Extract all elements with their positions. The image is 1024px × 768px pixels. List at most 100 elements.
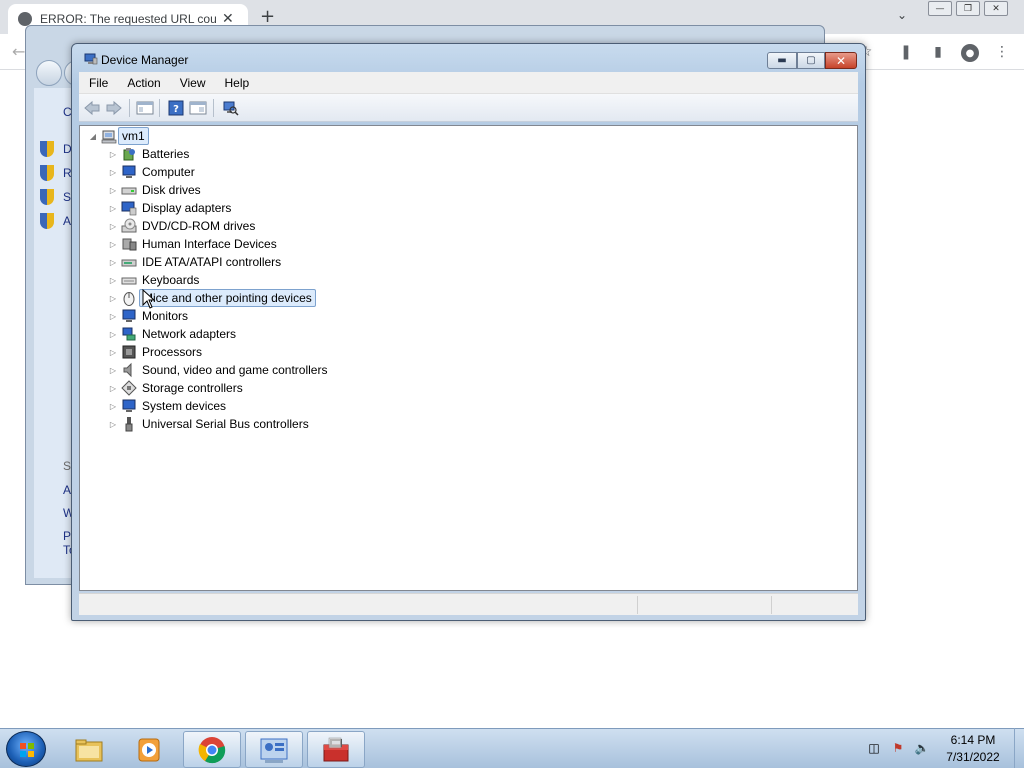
svg-text:?: ? [173, 104, 179, 115]
device-manager-titlebar[interactable]: Device Manager ▬ ▢ ✕ [72, 44, 865, 74]
expand-triangle-icon[interactable]: ▷ [109, 294, 117, 303]
shield-icon [40, 141, 54, 157]
disk-drive-icon [121, 187, 137, 195]
back-arrow-icon[interactable] [83, 100, 101, 116]
new-tab-button[interactable]: + [260, 6, 275, 27]
expand-triangle-icon[interactable]: ▷ [109, 366, 117, 375]
taskbar-file-explorer[interactable] [60, 731, 118, 768]
tree-item-label[interactable]: Mice and other pointing devices [139, 289, 316, 307]
show-desktop-button[interactable] [1014, 728, 1024, 768]
status-bar [79, 593, 858, 615]
tree-item-label[interactable]: Universal Serial Bus controllers [139, 416, 312, 432]
expand-triangle-icon[interactable]: ▷ [109, 330, 117, 339]
toolbar-separator [213, 99, 214, 117]
toolbar-separator [159, 99, 160, 117]
window-title: Device Manager [101, 53, 189, 67]
dvd-drive-icon [121, 218, 137, 233]
expand-triangle-icon[interactable]: ▷ [109, 240, 117, 249]
properties-view-icon[interactable] [189, 100, 207, 116]
tree-item-label[interactable]: IDE ATA/ATAPI controllers [139, 254, 284, 270]
menu-action[interactable]: Action [117, 76, 169, 90]
cp-back-button[interactable] [36, 60, 62, 86]
media-player-icon [138, 738, 160, 761]
expand-triangle-icon[interactable]: ▷ [109, 150, 117, 159]
action-center-flag-icon[interactable]: ⚑ [890, 740, 906, 756]
start-button[interactable] [6, 731, 46, 767]
taskbar-device-manager[interactable] [307, 731, 365, 768]
tree-item-label[interactable]: Processors [139, 344, 205, 360]
expand-triangle-icon[interactable]: ▷ [109, 402, 117, 411]
globe-icon [18, 12, 32, 26]
hid-icon [122, 238, 137, 251]
battery-icon [123, 148, 135, 161]
sound-icon [123, 362, 132, 378]
maximize-icon: ▢ [806, 55, 816, 66]
tree-item-label[interactable]: Disk drives [139, 182, 204, 198]
folder-icon [75, 739, 103, 761]
clock-date[interactable]: 7/31/2022 [940, 750, 1006, 764]
ide-controller-icon [121, 259, 137, 267]
volume-icon[interactable]: 🔈 [914, 740, 930, 756]
tree-root-vm1[interactable]: vm1 [118, 127, 149, 145]
window-controls: ▬ ▢ ✕ [767, 52, 857, 69]
expand-triangle-icon[interactable]: ▷ [109, 222, 117, 231]
windows-logo-icon [20, 743, 34, 757]
tree-item-label[interactable]: Sound, video and game controllers [139, 362, 330, 378]
tree-item-label[interactable]: Computer [139, 164, 198, 180]
side-panel-icon[interactable]: ▮ [930, 44, 946, 60]
extensions-icon[interactable]: ❚ [898, 44, 914, 60]
tree-item-label[interactable]: Monitors [139, 308, 191, 324]
expand-triangle-icon[interactable]: ▷ [109, 420, 117, 429]
mouse-icon [123, 292, 135, 306]
toolbar-separator [129, 99, 130, 117]
tree-item-label[interactable]: Human Interface Devices [139, 236, 280, 252]
tree-item-label[interactable]: Display adapters [139, 200, 234, 216]
device-tree: ◢ vm1 ▷ Batteries ▷ Computer ▷ Disk drives ▷ Di… [79, 125, 858, 591]
close-icon[interactable]: ✕ [984, 1, 1008, 16]
minimize-icon: ▬ [777, 55, 787, 66]
expand-triangle-icon[interactable]: ▷ [109, 384, 117, 393]
clock-time[interactable]: 6:14 PM [940, 733, 1006, 747]
network-icon[interactable]: ◫ [866, 740, 882, 756]
tab-search-chevron-icon[interactable]: ⌄ [897, 8, 907, 22]
menu-view[interactable]: View [170, 76, 215, 90]
tree-item-label[interactable]: System devices [139, 398, 229, 414]
expand-triangle-icon[interactable]: ▷ [109, 186, 117, 195]
minimize-button[interactable]: ▬ [767, 52, 797, 69]
maximize-button[interactable]: ▢ [797, 52, 825, 69]
tree-item-label[interactable]: Keyboards [139, 272, 202, 288]
expand-triangle-icon[interactable]: ▷ [109, 168, 117, 177]
computer-icon [122, 165, 136, 178]
tree-item-label[interactable]: Storage controllers [139, 380, 246, 396]
collapse-triangle-icon[interactable]: ◢ [89, 132, 97, 141]
expand-triangle-icon[interactable]: ▷ [109, 276, 117, 285]
tree-item-label[interactable]: DVD/CD-ROM drives [139, 218, 258, 234]
browser-window-controls: — ❐ ✕ [928, 1, 1012, 16]
network-adapter-icon [122, 327, 136, 341]
status-pane [771, 596, 772, 614]
processor-icon [122, 345, 136, 359]
taskbar-control-panel[interactable] [245, 731, 303, 768]
cp-link[interactable]: A [63, 483, 71, 497]
kebab-menu-icon[interactable]: ⋮ [994, 44, 1010, 60]
restore-icon[interactable]: ❐ [956, 1, 980, 16]
show-hide-console-tree-icon[interactable] [136, 100, 154, 116]
expand-triangle-icon[interactable]: ▷ [109, 348, 117, 357]
back-arrow-icon[interactable]: ← [12, 42, 25, 61]
tree-item-label[interactable]: Network adapters [139, 326, 239, 342]
taskbar-media-player[interactable] [120, 731, 178, 768]
help-icon[interactable]: ? [167, 100, 185, 116]
forward-arrow-icon[interactable] [105, 100, 123, 116]
tree-item-label[interactable]: Batteries [139, 146, 192, 162]
expand-triangle-icon[interactable]: ▷ [109, 204, 117, 213]
expand-triangle-icon[interactable]: ▷ [109, 312, 117, 321]
profile-avatar-icon[interactable]: ● [961, 44, 979, 62]
scan-hardware-changes-icon[interactable] [221, 100, 239, 116]
minimize-icon[interactable]: — [928, 1, 952, 16]
cp-link[interactable]: A [63, 214, 71, 228]
taskbar-chrome[interactable] [183, 731, 241, 768]
close-button[interactable]: ✕ [825, 52, 857, 69]
expand-triangle-icon[interactable]: ▷ [109, 258, 117, 267]
menu-help[interactable]: Help [215, 76, 259, 90]
menu-file[interactable]: File [79, 76, 117, 90]
